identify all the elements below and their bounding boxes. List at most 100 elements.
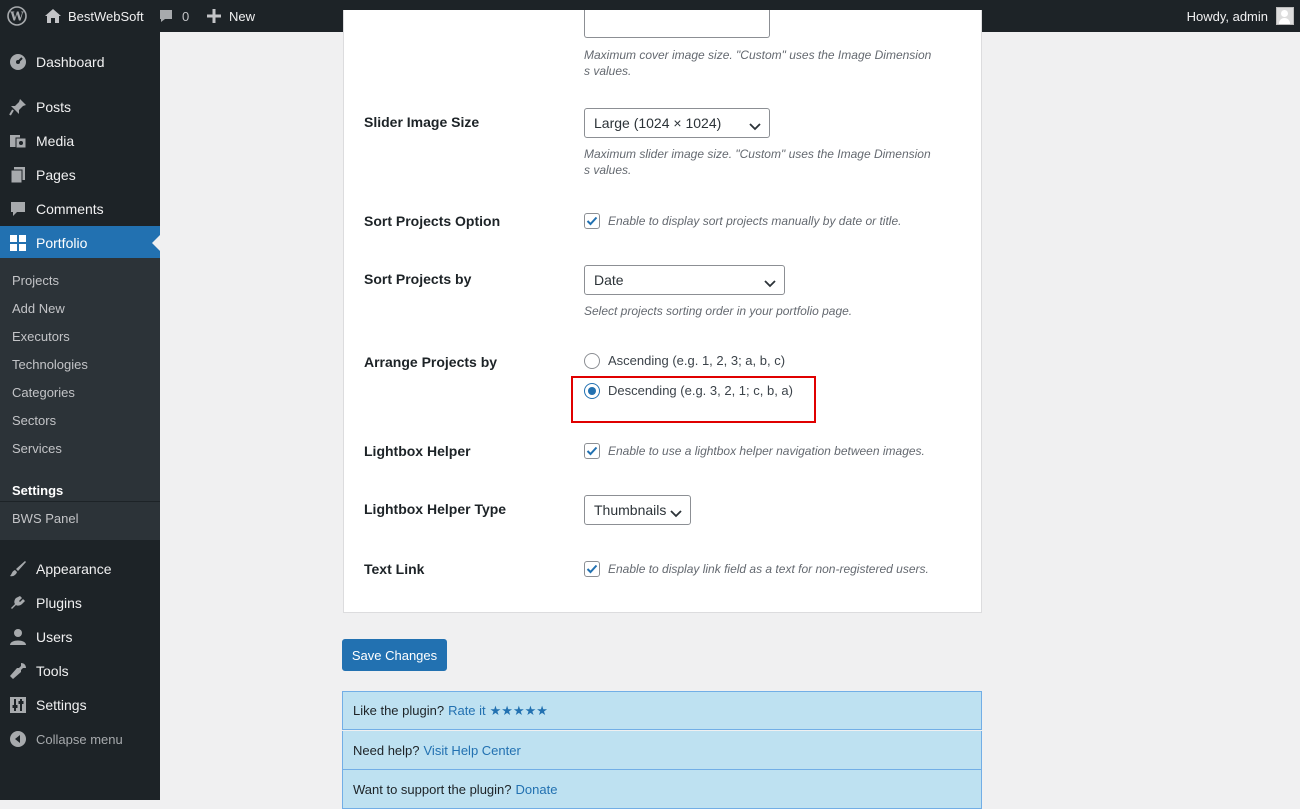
lightbox-helper-type-select[interactable]: Thumbnails xyxy=(584,495,691,525)
new-label: New xyxy=(229,8,256,24)
comment-icon xyxy=(8,199,28,219)
sort-projects-option-label: Sort Projects Option xyxy=(364,213,501,229)
highlight-annotation-box xyxy=(571,376,816,423)
submenu-technologies[interactable]: Technologies xyxy=(12,356,88,374)
paintbrush-icon xyxy=(8,559,28,579)
menu-plugins-label: Plugins xyxy=(36,595,82,611)
portfolio-grid-icon xyxy=(8,233,28,253)
collapse-menu-button[interactable]: Collapse menu xyxy=(0,722,160,756)
text-link-text: Enable to display link field as a text f… xyxy=(608,562,929,576)
menu-plugins[interactable]: Plugins xyxy=(0,586,160,620)
menu-users[interactable]: Users xyxy=(0,620,160,654)
help-row: Need help? Visit Help Center xyxy=(342,731,982,770)
rate-plugin-row: Like the plugin? Rate it ★★★★★ xyxy=(342,691,982,730)
cover-size-description: Maximum cover image size. "Custom" uses … xyxy=(584,48,932,78)
chevron-down-icon xyxy=(670,505,682,521)
submenu-separator xyxy=(0,501,160,502)
menu-pages[interactable]: Pages xyxy=(0,158,160,192)
menu-tools-label: Tools xyxy=(36,663,69,679)
need-help-text: Need help? xyxy=(353,742,420,758)
site-name-link[interactable]: BestWebSoft xyxy=(44,0,144,32)
like-plugin-text: Like the plugin? xyxy=(353,703,445,718)
chevron-down-icon xyxy=(764,275,776,291)
portfolio-submenu: Projects Add New Executors Technologies … xyxy=(0,258,160,540)
settings-sliders-icon xyxy=(8,695,28,715)
menu-settings[interactable]: Settings xyxy=(0,688,160,722)
cover-image-size-select[interactable] xyxy=(584,10,770,38)
lightbox-helper-text: Enable to use a lightbox helper navigati… xyxy=(608,444,925,458)
lightbox-helper-type-label: Lightbox Helper Type xyxy=(364,501,507,517)
menu-tools[interactable]: Tools xyxy=(0,654,160,688)
submenu-projects[interactable]: Projects xyxy=(12,272,59,290)
sort-projects-option-text: Enable to display sort projects manually… xyxy=(608,214,902,228)
chevron-down-icon xyxy=(749,118,761,134)
lightbox-helper-type-value: Thumbnails xyxy=(594,502,667,518)
slider-size-description: Maximum slider image size. "Custom" uses… xyxy=(584,147,931,177)
submenu-executors[interactable]: Executors xyxy=(12,328,70,346)
sort-projects-by-select[interactable]: Date xyxy=(584,265,785,295)
menu-users-label: Users xyxy=(36,629,73,645)
menu-appearance[interactable]: Appearance xyxy=(0,552,160,586)
lightbox-helper-checkbox[interactable] xyxy=(584,443,600,459)
sort-projects-by-description: Select projects sorting order in your po… xyxy=(584,304,853,318)
site-name-label: BestWebSoft xyxy=(68,8,144,24)
menu-posts-label: Posts xyxy=(36,99,72,115)
menu-posts[interactable]: Posts xyxy=(0,90,160,124)
slider-image-size-value: Large (1024 × 1024) xyxy=(594,115,722,131)
lightbox-helper-label: Lightbox Helper xyxy=(364,443,471,459)
sort-projects-option-checkbox[interactable] xyxy=(584,213,600,229)
comments-link[interactable]: 0 xyxy=(158,0,189,32)
comment-bubble-icon xyxy=(158,8,174,24)
submenu-add-new[interactable]: Add New xyxy=(12,300,65,318)
pushpin-icon xyxy=(8,97,28,117)
arrange-projects-by-label: Arrange Projects by xyxy=(364,354,498,370)
avatar xyxy=(1276,7,1294,25)
plus-icon xyxy=(207,9,221,23)
new-content-link[interactable]: New xyxy=(207,0,255,32)
sort-projects-by-label: Sort Projects by xyxy=(364,271,472,287)
menu-portfolio[interactable]: Portfolio xyxy=(0,226,160,260)
support-plugin-text: Want to support the plugin? xyxy=(353,781,512,797)
collapse-menu-label: Collapse menu xyxy=(36,731,123,747)
ascending-radio-label[interactable]: Ascending (e.g. 1, 2, 3; a, b, c) xyxy=(608,353,785,368)
slider-image-size-select[interactable]: Large (1024 × 1024) xyxy=(584,108,770,138)
wordpress-logo-icon[interactable]: W xyxy=(7,0,27,32)
menu-settings-label: Settings xyxy=(36,697,87,713)
checkmark-icon xyxy=(586,216,598,226)
checkmark-icon xyxy=(586,446,598,456)
home-icon xyxy=(44,8,62,24)
menu-dashboard[interactable]: Dashboard xyxy=(0,45,160,79)
svg-text:W: W xyxy=(9,10,24,24)
rate-it-link[interactable]: Rate it xyxy=(448,703,486,718)
sort-projects-by-value: Date xyxy=(594,272,624,288)
donate-link[interactable]: Donate xyxy=(516,782,558,797)
ascending-radio[interactable] xyxy=(584,353,600,369)
submenu-settings[interactable]: Settings xyxy=(12,482,63,500)
save-changes-button[interactable]: Save Changes xyxy=(342,639,447,671)
collapse-arrow-icon xyxy=(8,729,28,749)
submenu-services[interactable]: Services xyxy=(12,440,62,458)
dashboard-gauge-icon xyxy=(8,52,28,72)
help-center-link[interactable]: Visit Help Center xyxy=(424,743,521,758)
comments-count: 0 xyxy=(182,8,190,24)
admin-sidebar: Dashboard Posts Media Pages Comments Por… xyxy=(0,32,160,800)
menu-dashboard-label: Dashboard xyxy=(36,54,105,70)
submenu-bws-panel[interactable]: BWS Panel xyxy=(12,510,78,528)
rating-stars-icon[interactable]: ★★★★★ xyxy=(490,703,548,719)
menu-comments[interactable]: Comments xyxy=(0,192,160,226)
text-link-checkbox[interactable] xyxy=(584,561,600,577)
slider-image-size-label: Slider Image Size xyxy=(364,114,480,130)
menu-media-label: Media xyxy=(36,133,75,149)
menu-media[interactable]: Media xyxy=(0,124,160,158)
menu-pages-label: Pages xyxy=(36,167,76,183)
submenu-categories[interactable]: Categories xyxy=(12,384,75,402)
user-icon xyxy=(8,627,28,647)
wrench-icon xyxy=(8,661,28,681)
checkmark-icon xyxy=(586,564,598,574)
support-row: Want to support the plugin? Donate xyxy=(342,770,982,809)
howdy-label: Howdy, admin xyxy=(1186,8,1268,24)
menu-appearance-label: Appearance xyxy=(36,561,112,577)
my-account-link[interactable]: Howdy, admin xyxy=(1187,0,1294,32)
submenu-sectors[interactable]: Sectors xyxy=(12,412,56,430)
plug-icon xyxy=(8,593,28,613)
